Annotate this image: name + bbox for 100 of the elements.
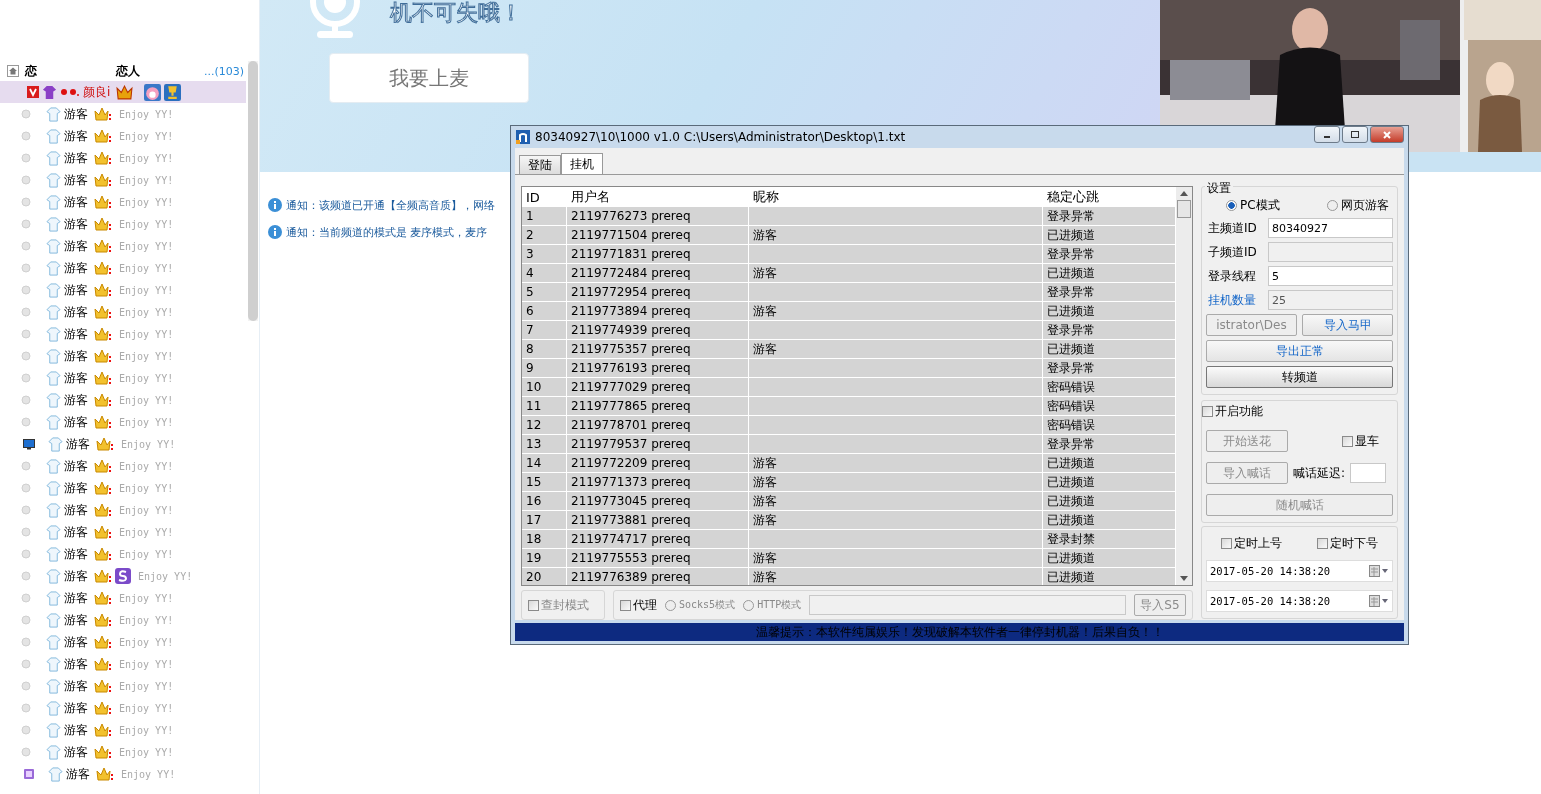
crown-icon bbox=[94, 414, 112, 430]
export-button[interactable]: 导出正常 bbox=[1206, 340, 1393, 363]
member-status: Enjoy YY! bbox=[119, 372, 174, 384]
status-dot-icon bbox=[21, 417, 31, 427]
field-label: 子频道ID bbox=[1208, 243, 1258, 261]
timer-checkbox[interactable]: 定时上号 bbox=[1221, 535, 1282, 553]
shirt-icon bbox=[46, 106, 61, 122]
member-name: 游客 bbox=[64, 215, 88, 233]
close-button[interactable] bbox=[1370, 126, 1404, 144]
table-cell: 2 bbox=[522, 226, 567, 245]
channel-title: 恋 bbox=[25, 62, 37, 80]
member-status: Enjoy YY! bbox=[119, 240, 174, 252]
v-badge-icon bbox=[27, 86, 39, 98]
crown-icon bbox=[94, 326, 112, 342]
mode-radio[interactable]: 网页游客 bbox=[1327, 197, 1389, 215]
status-dot-icon bbox=[21, 703, 31, 713]
member-status: Enjoy YY! bbox=[119, 724, 174, 736]
trophy-icon bbox=[164, 83, 182, 101]
table-cell: 6 bbox=[522, 302, 567, 321]
member-name: 游客 bbox=[64, 589, 88, 607]
shirt-icon bbox=[46, 656, 61, 672]
join-mic-button[interactable]: 我要上麦 bbox=[329, 53, 529, 103]
dots-icon bbox=[60, 87, 80, 97]
member-status: Enjoy YY! bbox=[119, 592, 174, 604]
member-name: 游客 bbox=[64, 479, 88, 497]
proxy-input[interactable] bbox=[809, 595, 1126, 616]
scroll-down-icon[interactable] bbox=[1180, 576, 1188, 583]
shirt-icon bbox=[46, 524, 61, 540]
proxy-checkbox[interactable]: 代理 bbox=[620, 596, 657, 614]
calendar-icon[interactable] bbox=[1369, 565, 1389, 578]
table-cell: 4 bbox=[522, 264, 567, 283]
crown-icon bbox=[94, 634, 112, 650]
scrollbar[interactable] bbox=[248, 61, 258, 321]
delay-input[interactable] bbox=[1350, 463, 1387, 484]
date-time-picker[interactable]: 2017-05-20 14:38:20 bbox=[1206, 560, 1393, 583]
member-status: Enjoy YY! bbox=[121, 768, 176, 780]
calendar-icon[interactable] bbox=[1369, 595, 1389, 608]
avatar-icon bbox=[144, 83, 162, 101]
table-cell: 游客 bbox=[749, 511, 1043, 530]
status-dot-icon bbox=[21, 329, 31, 339]
status-dot-icon bbox=[21, 747, 31, 757]
crown-icon bbox=[94, 656, 112, 672]
minimize-button[interactable] bbox=[1314, 126, 1340, 144]
member-status: Enjoy YY! bbox=[119, 460, 174, 472]
monitor-icon bbox=[23, 438, 35, 450]
shirt-icon bbox=[46, 392, 61, 408]
enable-checkbox[interactable]: 开启功能 bbox=[1202, 403, 1393, 421]
scrollbar[interactable] bbox=[1176, 187, 1192, 586]
status-dot-icon bbox=[21, 307, 31, 317]
table-cell: 2119772209 prereq bbox=[567, 454, 749, 473]
import-accounts-button[interactable]: 导入马甲 bbox=[1302, 314, 1393, 337]
show-car-checkbox[interactable]: 显车 bbox=[1342, 432, 1379, 450]
status-dot-icon bbox=[21, 615, 31, 625]
table-cell: 游客 bbox=[749, 492, 1043, 511]
switch-channel-button[interactable]: 转频道 bbox=[1206, 366, 1393, 389]
shirt-icon bbox=[46, 172, 61, 188]
table-cell: 8 bbox=[522, 340, 567, 359]
shirt-icon bbox=[46, 480, 61, 496]
crown-icon bbox=[116, 84, 134, 100]
table-cell: 16 bbox=[522, 492, 567, 511]
table-cell: 2119778701 prereq bbox=[567, 416, 749, 435]
member-name: 游客 bbox=[64, 237, 88, 255]
member-status: Enjoy YY! bbox=[119, 196, 174, 208]
date-time-picker[interactable]: 2017-05-20 14:38:20 bbox=[1206, 590, 1393, 613]
tab[interactable]: 挂机 bbox=[561, 153, 603, 176]
member-status: Enjoy YY! bbox=[119, 174, 174, 186]
table-cell: 10 bbox=[522, 378, 567, 397]
member-name: 游客 bbox=[64, 743, 88, 761]
table-cell: 2119772954 prereq bbox=[567, 283, 749, 302]
shirt-icon bbox=[46, 700, 61, 716]
shirt-icon bbox=[46, 282, 61, 298]
scroll-up-icon[interactable] bbox=[1180, 190, 1188, 197]
owner-row[interactable]: 颜良i bbox=[0, 81, 246, 103]
status-dot-icon bbox=[21, 175, 31, 185]
table-cell: 2119772484 prereq bbox=[567, 264, 749, 283]
member-status: Enjoy YY! bbox=[119, 218, 174, 230]
crown-icon bbox=[94, 480, 112, 496]
timer-checkbox[interactable]: 定时下号 bbox=[1317, 535, 1378, 553]
maximize-icon bbox=[1350, 129, 1360, 140]
table-cell: 2119773894 prereq bbox=[567, 302, 749, 321]
member-status: Enjoy YY! bbox=[119, 746, 174, 758]
scroll-thumb[interactable] bbox=[1177, 200, 1191, 219]
mode-radio[interactable]: PC模式 bbox=[1226, 197, 1280, 215]
table-cell: 5 bbox=[522, 283, 567, 302]
tab[interactable]: 登陆 bbox=[519, 155, 561, 175]
field-label: 主频道ID bbox=[1208, 219, 1258, 237]
table-cell: 2119775357 prereq bbox=[567, 340, 749, 359]
shirt-icon bbox=[46, 458, 61, 474]
member-count: ...(103) bbox=[203, 64, 244, 78]
input-field[interactable]: 5 bbox=[1268, 266, 1393, 287]
input-field[interactable]: 80340927 bbox=[1268, 218, 1393, 239]
member-name: 游客 bbox=[64, 369, 88, 387]
maximize-button[interactable] bbox=[1342, 126, 1368, 144]
home-icon[interactable] bbox=[7, 65, 19, 77]
member-status: Enjoy YY! bbox=[119, 482, 174, 494]
member-name: 游客 bbox=[64, 149, 88, 167]
table-cell: 2119771504 prereq bbox=[567, 226, 749, 245]
shirt-icon bbox=[46, 568, 61, 584]
status-dot-icon bbox=[21, 373, 31, 383]
status-dot-icon bbox=[21, 549, 31, 559]
